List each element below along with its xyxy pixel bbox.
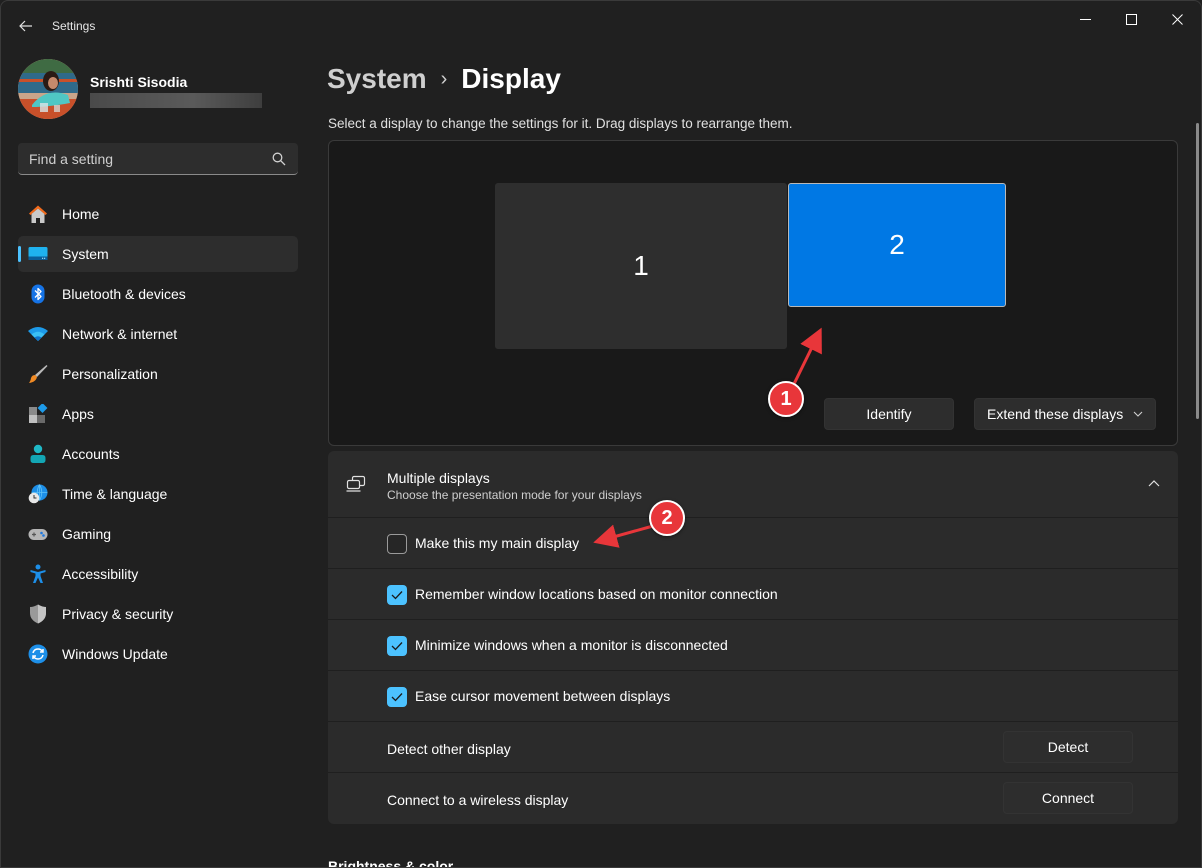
close-button[interactable] bbox=[1155, 5, 1201, 35]
option-label: Make this my main display bbox=[415, 535, 580, 551]
connect-button[interactable]: Connect bbox=[1003, 782, 1133, 814]
action-row: Connect to a wireless display Connect bbox=[328, 773, 1178, 824]
sidebar-item-label: Gaming bbox=[62, 526, 112, 542]
sidebar-item-system[interactable]: System bbox=[18, 236, 298, 272]
arrangement-hint: Select a display to change the settings … bbox=[328, 116, 793, 131]
multiple-displays-header[interactable]: Multiple displays Choose the presentatio… bbox=[328, 451, 1178, 518]
sidebar-item-label: Personalization bbox=[62, 366, 158, 382]
sidebar-item-privacy[interactable]: Privacy & security bbox=[18, 596, 298, 632]
scrollbar-thumb[interactable] bbox=[1196, 123, 1199, 419]
sidebar-item-network[interactable]: Network & internet bbox=[18, 316, 298, 352]
remember-window-locations-checkbox[interactable] bbox=[387, 585, 407, 605]
search-input[interactable] bbox=[18, 143, 298, 174]
sidebar-item-accessibility[interactable]: Accessibility bbox=[18, 556, 298, 592]
chevron-up-icon[interactable] bbox=[1148, 479, 1160, 489]
chevron-down-icon bbox=[1133, 411, 1143, 417]
settings-window: Settings Srishti Sisodia Find a setting … bbox=[0, 0, 1202, 868]
detect-button[interactable]: Detect bbox=[1003, 731, 1133, 763]
checkmark-icon bbox=[391, 642, 403, 651]
breadcrumb-separator-icon: › bbox=[440, 67, 448, 90]
sidebar-item-label: Apps bbox=[62, 406, 94, 422]
action-label: Connect to a wireless display bbox=[387, 792, 569, 808]
option-label: Minimize windows when a monitor is disco… bbox=[415, 637, 728, 653]
ease-cursor-checkbox[interactable] bbox=[387, 687, 407, 707]
update-icon bbox=[28, 644, 48, 664]
minimize-icon bbox=[1080, 19, 1091, 20]
multiple-displays-card: Multiple displays Choose the presentatio… bbox=[328, 451, 1178, 824]
checkmark-icon bbox=[391, 693, 403, 702]
sidebar-item-time-language[interactable]: Time & language bbox=[18, 476, 298, 512]
option-row: Ease cursor movement between displays bbox=[328, 671, 1178, 722]
profile-name: Srishti Sisodia bbox=[90, 74, 188, 90]
user-profile[interactable]: Srishti Sisodia bbox=[18, 59, 298, 121]
display-mode-select[interactable]: Extend these displays bbox=[974, 398, 1156, 430]
bluetooth-icon bbox=[31, 284, 45, 304]
shield-icon bbox=[30, 604, 46, 624]
globe-clock-icon bbox=[28, 484, 48, 504]
sidebar-item-bluetooth[interactable]: Bluetooth & devices bbox=[18, 276, 298, 312]
sidebar-item-label: System bbox=[62, 246, 109, 262]
sidebar-item-label: Home bbox=[62, 206, 100, 222]
minimize-button[interactable] bbox=[1063, 5, 1109, 35]
breadcrumb: System › Display bbox=[327, 59, 561, 99]
sidebar-item-label: Accounts bbox=[62, 446, 120, 462]
option-row: Minimize windows when a monitor is disco… bbox=[328, 620, 1178, 671]
multiple-displays-subtitle: Choose the presentation mode for your di… bbox=[387, 488, 642, 502]
sidebar-item-label: Bluetooth & devices bbox=[62, 286, 186, 302]
brightness-color-heading: Brightness & color bbox=[328, 858, 454, 868]
wifi-icon bbox=[28, 327, 48, 341]
action-label: Detect other display bbox=[387, 741, 511, 757]
avatar bbox=[18, 59, 78, 119]
close-icon bbox=[1172, 14, 1183, 25]
sidebar-item-personalization[interactable]: Personalization bbox=[18, 356, 298, 392]
maximize-icon bbox=[1126, 14, 1137, 25]
sidebar-item-label: Accessibility bbox=[62, 566, 139, 582]
sidebar-item-label: Windows Update bbox=[62, 646, 168, 662]
annotation-badge-1: 1 bbox=[768, 381, 804, 417]
title-bar: Settings bbox=[1, 1, 1201, 49]
brush-icon bbox=[29, 365, 48, 383]
option-row: Remember window locations based on monit… bbox=[328, 569, 1178, 620]
minimize-windows-checkbox[interactable] bbox=[387, 636, 407, 656]
multiple-displays-icon bbox=[346, 475, 366, 492]
option-label: Ease cursor movement between displays bbox=[415, 688, 671, 704]
sidebar-item-label: Privacy & security bbox=[62, 606, 174, 622]
annotation-badge-2: 2 bbox=[649, 500, 685, 536]
sidebar-nav: Home System Bluetooth & devices Network … bbox=[18, 196, 298, 676]
app-title: Settings bbox=[52, 19, 96, 33]
display-1-tile[interactable]: 1 bbox=[495, 183, 787, 349]
profile-email-redacted bbox=[90, 93, 262, 108]
page-title: Display bbox=[461, 63, 561, 94]
display-2-tile[interactable]: 2 bbox=[788, 183, 1006, 307]
sidebar-item-home[interactable]: Home bbox=[18, 196, 298, 232]
sidebar-item-accounts[interactable]: Accounts bbox=[18, 436, 298, 472]
display-mode-value: Extend these displays bbox=[987, 406, 1124, 422]
home-icon bbox=[29, 205, 47, 223]
accessibility-icon bbox=[30, 564, 46, 583]
maximize-button[interactable] bbox=[1109, 5, 1155, 35]
system-icon bbox=[28, 247, 48, 260]
identify-button[interactable]: Identify bbox=[824, 398, 954, 430]
back-arrow-icon bbox=[19, 20, 32, 32]
search-box[interactable] bbox=[18, 143, 298, 175]
sidebar-item-gaming[interactable]: Gaming bbox=[18, 516, 298, 552]
sidebar-item-label: Network & internet bbox=[62, 326, 178, 342]
account-icon bbox=[30, 444, 46, 463]
checkmark-icon bbox=[391, 591, 403, 600]
multiple-displays-title: Multiple displays bbox=[387, 470, 490, 486]
sidebar-item-windows-update[interactable]: Windows Update bbox=[18, 636, 298, 672]
breadcrumb-parent[interactable]: System bbox=[327, 63, 427, 95]
apps-icon bbox=[29, 404, 48, 423]
sidebar-item-label: Time & language bbox=[62, 486, 168, 502]
gamepad-icon bbox=[28, 529, 48, 540]
back-button[interactable] bbox=[13, 13, 39, 39]
main-display-checkbox[interactable] bbox=[387, 534, 407, 554]
action-row: Detect other display Detect bbox=[328, 722, 1178, 773]
search-icon[interactable] bbox=[272, 152, 286, 166]
option-row: Make this my main display bbox=[328, 518, 1178, 569]
option-label: Remember window locations based on monit… bbox=[415, 586, 778, 602]
sidebar-item-apps[interactable]: Apps bbox=[18, 396, 298, 432]
display-arrangement-panel: 1 2 Identify Extend these displays bbox=[328, 140, 1178, 446]
